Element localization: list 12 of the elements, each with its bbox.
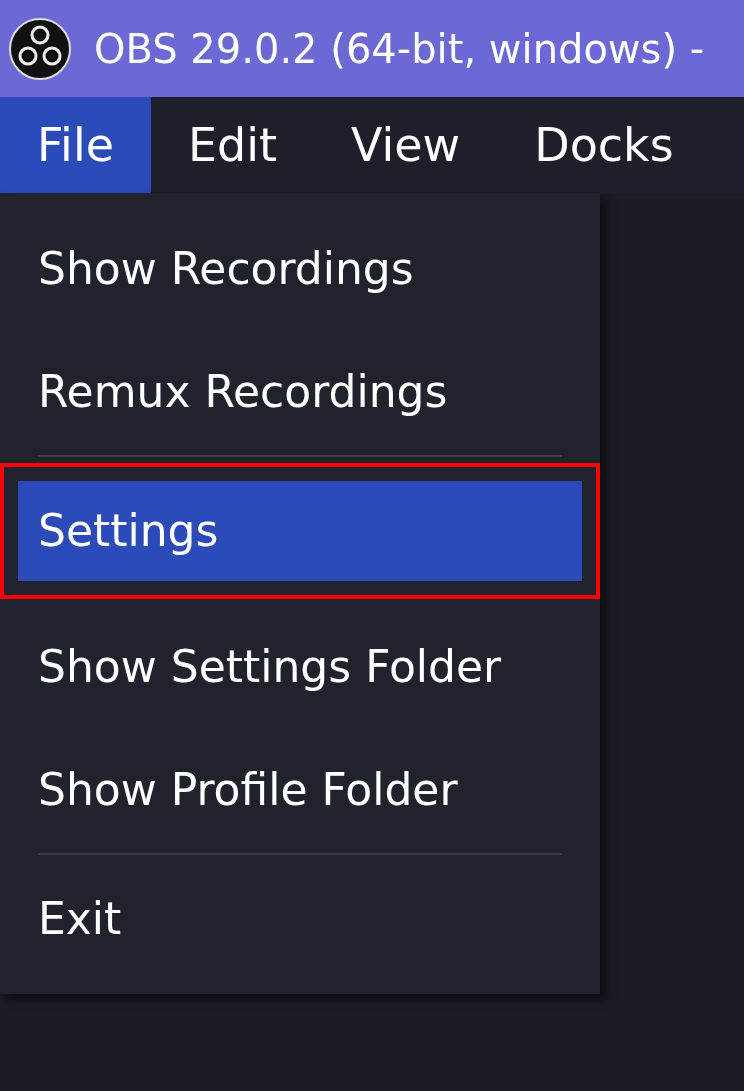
menu-item[interactable]: Show Settings Folder — [18, 605, 582, 728]
logo-icon — [8, 16, 72, 81]
menu-item[interactable]: Show Profile Folder — [18, 728, 582, 851]
menu-bar-item[interactable]: Docks — [497, 97, 711, 193]
window-title: OBS 29.0.2 (64-bit, windows) - — [94, 24, 705, 74]
menu-item[interactable]: Settings — [18, 481, 582, 581]
menu-bar-item[interactable]: View — [314, 97, 498, 193]
menu-item[interactable]: Show Recordings — [18, 207, 582, 330]
menu-item[interactable]: Remux Recordings — [18, 330, 582, 453]
menu-bar-item[interactable]: File — [0, 97, 151, 193]
menu-item[interactable]: Exit — [18, 857, 582, 980]
menu-bar-item[interactable]: Edit — [151, 97, 315, 193]
